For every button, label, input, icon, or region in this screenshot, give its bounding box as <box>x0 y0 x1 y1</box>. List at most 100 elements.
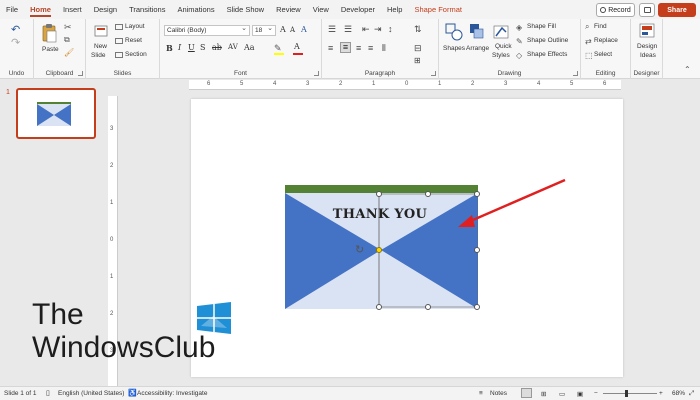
notes-button[interactable]: Notes <box>490 390 507 397</box>
find-button[interactable]: Find <box>594 23 607 30</box>
design-ideas-icon[interactable] <box>639 22 655 40</box>
tab-developer[interactable]: Developer <box>335 0 381 19</box>
justify-icon[interactable]: ≡ <box>368 43 373 53</box>
design-ideas-label2[interactable]: Ideas <box>640 52 656 59</box>
shapes-icon[interactable] <box>445 23 463 41</box>
quick-styles-icon[interactable] <box>493 23 509 41</box>
section-button[interactable]: Section <box>125 51 147 58</box>
adjust-handle[interactable] <box>376 247 382 253</box>
zoom-out-icon[interactable]: − <box>594 390 598 397</box>
bullets-icon[interactable]: ☰ <box>328 24 336 35</box>
zoom-slider[interactable] <box>603 393 657 394</box>
paste-icon[interactable] <box>41 23 57 43</box>
character-spacing-icon[interactable]: AV <box>228 43 238 51</box>
new-slide-label[interactable]: New <box>94 43 107 50</box>
select-button[interactable]: Select <box>594 51 612 58</box>
layout-button[interactable]: Layout <box>125 23 145 30</box>
collapse-ribbon-icon[interactable]: ⌃ <box>684 65 691 74</box>
clear-format-icon[interactable]: A <box>301 25 307 34</box>
font-size-select[interactable]: 18 <box>252 24 276 36</box>
align-text-icon[interactable]: ⊟ <box>414 43 422 54</box>
arrange-icon[interactable] <box>469 23 485 41</box>
normal-view-icon[interactable] <box>521 388 532 398</box>
font-color-icon[interactable]: A <box>294 42 300 51</box>
increase-font-icon[interactable]: A <box>280 25 286 34</box>
resize-handle[interactable] <box>425 304 431 310</box>
shape-effects-button[interactable]: Shape Effects <box>527 51 567 58</box>
shadow-icon[interactable]: S <box>200 43 205 52</box>
strikethrough-icon[interactable]: ab <box>212 43 222 52</box>
design-ideas-label[interactable]: Design <box>637 43 657 50</box>
line-spacing-icon[interactable]: ↕ <box>388 24 393 34</box>
decrease-indent-icon[interactable]: ⇤ <box>362 24 370 35</box>
align-left-icon[interactable]: ≡ <box>328 43 333 53</box>
resize-handle[interactable] <box>474 247 480 253</box>
new-slide-label2[interactable]: Slide <box>91 52 105 59</box>
zoom-slider-thumb[interactable] <box>625 390 628 397</box>
decrease-font-icon[interactable]: A <box>290 26 295 34</box>
resize-handle[interactable] <box>376 191 382 197</box>
redo-icon[interactable]: ↷ <box>11 36 20 49</box>
bold-icon[interactable]: B <box>166 43 173 53</box>
share-button[interactable]: Share <box>658 3 696 17</box>
change-case-icon[interactable]: Aa <box>244 43 255 52</box>
shapes-button[interactable]: Shapes <box>443 45 465 52</box>
italic-icon[interactable]: I <box>178 43 181 52</box>
paragraph-launcher-icon[interactable] <box>431 71 436 76</box>
fit-slide-icon[interactable]: ⤢ <box>689 390 694 398</box>
spelling-icon[interactable]: ▯ <box>46 389 50 397</box>
tab-shape-format[interactable]: Shape Format <box>408 0 468 19</box>
tab-review[interactable]: Review <box>270 0 307 19</box>
font-name-select[interactable]: Calibri (Body) <box>164 24 250 36</box>
tab-slide-show[interactable]: Slide Show <box>221 0 271 19</box>
new-slide-icon[interactable] <box>94 23 108 41</box>
reset-button[interactable]: Reset <box>125 37 142 44</box>
replace-button[interactable]: Replace <box>594 37 618 44</box>
clipboard-launcher-icon[interactable] <box>78 71 83 76</box>
align-center-icon[interactable]: ≡ <box>340 42 351 53</box>
comments-button[interactable] <box>639 3 655 17</box>
drawing-launcher-icon[interactable] <box>573 71 578 76</box>
numbering-icon[interactable]: ☰ <box>344 24 352 35</box>
resize-handle[interactable] <box>474 304 480 310</box>
tab-home[interactable]: Home <box>24 0 57 19</box>
quick-styles-label[interactable]: Quick <box>495 43 512 50</box>
paste-label[interactable]: Paste <box>42 46 59 53</box>
accessibility-status[interactable]: Accessibility: Investigate <box>137 390 207 397</box>
slide-thumbnail[interactable] <box>16 88 96 139</box>
slideshow-icon[interactable]: ▣ <box>577 390 583 398</box>
copy-icon[interactable]: ⧉ <box>64 35 70 45</box>
accessibility-icon[interactable]: ♿ <box>128 389 137 397</box>
reading-view-icon[interactable]: ▭ <box>559 390 565 398</box>
zoom-level[interactable]: 68% <box>672 390 685 397</box>
format-painter-icon[interactable]: 🖌 <box>64 48 74 57</box>
tab-design[interactable]: Design <box>88 0 123 19</box>
columns-icon[interactable]: ⫴ <box>382 43 386 54</box>
resize-handle[interactable] <box>376 304 382 310</box>
shape-outline-button[interactable]: Shape Outline <box>527 37 568 44</box>
rotate-handle-icon[interactable]: ↻ <box>355 243 364 256</box>
tab-insert[interactable]: Insert <box>57 0 88 19</box>
undo-icon[interactable]: ↶ <box>11 23 20 36</box>
slide-sorter-icon[interactable]: ⊞ <box>541 390 546 398</box>
shape-fill-button[interactable]: Shape Fill <box>527 23 556 30</box>
text-direction-icon[interactable]: ⇅ <box>414 24 422 35</box>
increase-indent-icon[interactable]: ⇥ <box>374 24 382 35</box>
thank-you-text[interactable]: THANK YOU <box>300 207 460 222</box>
quick-styles-label2[interactable]: Styles <box>492 52 510 59</box>
zoom-in-icon[interactable]: + <box>659 390 663 397</box>
underline-icon[interactable]: U <box>188 43 195 52</box>
tab-file[interactable]: File <box>0 0 24 19</box>
smartart-icon[interactable]: ⊞ <box>414 56 421 65</box>
tab-animations[interactable]: Animations <box>171 0 220 19</box>
tab-transitions[interactable]: Transitions <box>123 0 171 19</box>
language-status[interactable]: English (United States) <box>58 390 124 397</box>
cut-icon[interactable]: ✂ <box>64 22 72 33</box>
record-button[interactable]: Record <box>596 3 635 17</box>
tab-view[interactable]: View <box>307 0 335 19</box>
arrange-button[interactable]: Arrange <box>466 45 489 52</box>
notes-icon[interactable]: ≡ <box>479 390 483 397</box>
tab-help[interactable]: Help <box>381 0 408 19</box>
align-right-icon[interactable]: ≡ <box>356 43 361 53</box>
resize-handle[interactable] <box>425 191 431 197</box>
